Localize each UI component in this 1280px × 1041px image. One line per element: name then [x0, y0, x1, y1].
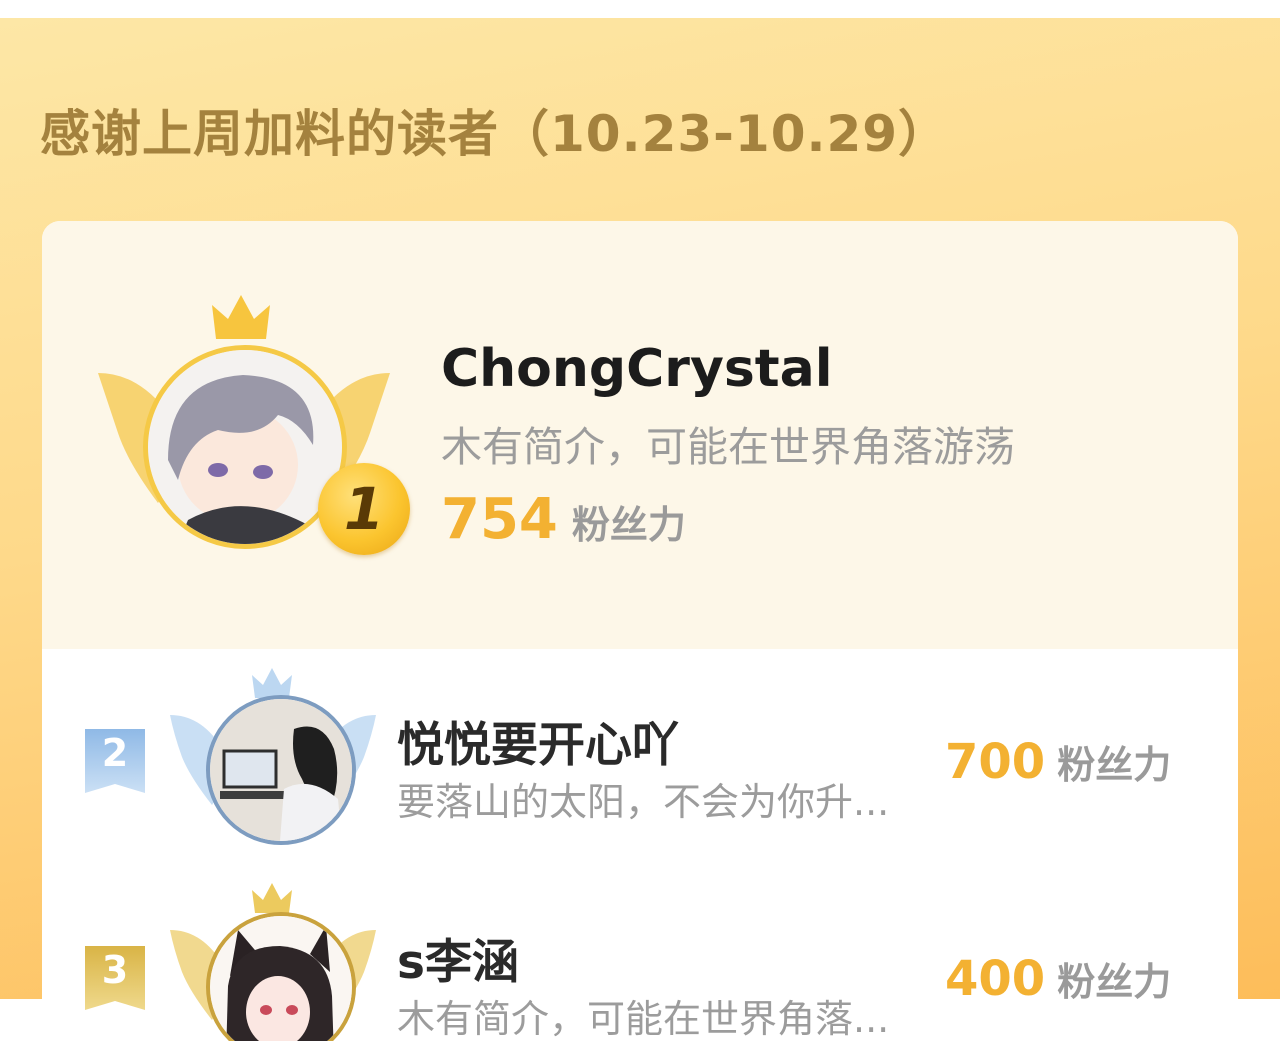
leaderboard-entry-1[interactable]: 1 ChongCrystal 木有简介，可能在世界角落游荡 754 粉丝力	[42, 221, 1238, 649]
avatar-frame-bronze	[170, 882, 380, 1041]
leaderboard-entry-3[interactable]: 3 s李涵 木有简介，可能在世界角落... 400 粉丝力	[42, 876, 1238, 1041]
avatar-image	[148, 350, 342, 544]
leaderboard-panel: 感谢上周加料的读者（10.23-10.29） 1 ChongCrystal 木有…	[0, 18, 1280, 1041]
score-unit: 粉丝力	[1057, 743, 1172, 787]
reader-bio: 木有简介，可能在世界角落游荡	[441, 423, 1015, 471]
rank-number: 2	[101, 731, 129, 775]
avatar[interactable]	[206, 695, 356, 845]
avatar-frame-silver	[170, 667, 380, 849]
avatar-image	[210, 916, 352, 1041]
score-value: 754	[441, 487, 558, 552]
rank-badge-icon: 3	[85, 946, 145, 1010]
reader-name[interactable]: s李涵	[397, 923, 519, 992]
crown-icon	[252, 668, 292, 698]
crown-icon	[212, 295, 270, 339]
avatar-frame-gold: 1	[98, 293, 410, 583]
rank-badge-icon: 2	[85, 729, 145, 793]
rank-number: 1	[343, 475, 385, 543]
rank-number: 3	[101, 948, 129, 992]
reader-name[interactable]: 悦悦要开心吖	[397, 706, 679, 775]
score-value: 700	[945, 734, 1046, 790]
reader-bio: 木有简介，可能在世界角落...	[397, 997, 890, 1041]
leaderboard-entry-2[interactable]: 2 悦悦要开心吖 要落山的太阳，不会为你升... 700 粉丝力	[42, 659, 1238, 869]
avatar-image	[210, 699, 352, 841]
score-unit: 粉丝力	[1057, 960, 1172, 1004]
reader-name[interactable]: ChongCrystal	[441, 339, 833, 399]
crown-icon	[252, 883, 292, 913]
leaderboard-card: 1 ChongCrystal 木有简介，可能在世界角落游荡 754 粉丝力 2	[42, 221, 1238, 1041]
reader-bio: 要落山的太阳，不会为你升...	[397, 780, 890, 824]
score-unit: 粉丝力	[571, 503, 686, 547]
avatar[interactable]	[143, 345, 347, 549]
page-title: 感谢上周加料的读者（10.23-10.29）	[40, 105, 950, 163]
fan-power-score: 700 粉丝力	[945, 734, 1171, 790]
rank-badge-icon: 1	[318, 463, 410, 555]
fan-power-score: 754 粉丝力	[441, 487, 686, 552]
